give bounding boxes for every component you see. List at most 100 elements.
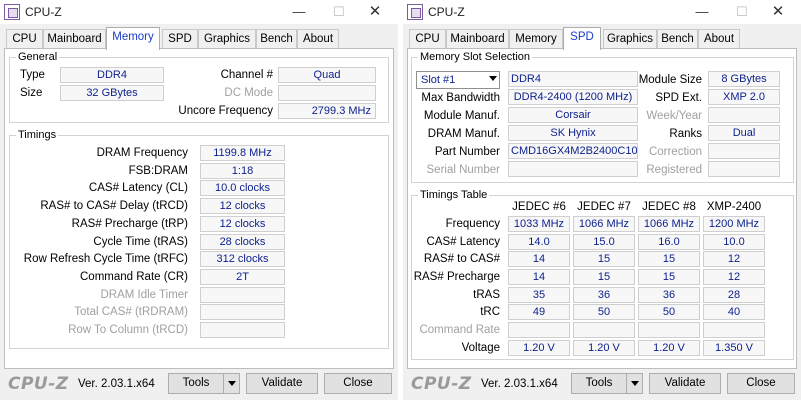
timing-value: 1:18: [200, 163, 285, 179]
maximize-icon[interactable]: ☐: [727, 0, 757, 24]
timings-cell: 14: [508, 269, 570, 285]
timing-label: DRAM Idle Timer: [100, 289, 188, 301]
memory-slot-group: Memory Slot Selection Slot #1 DDR4 Modul…: [411, 50, 794, 183]
minimize-icon[interactable]: —: [687, 0, 717, 24]
timing-label: Total CAS# (tRDRAM): [74, 306, 188, 318]
timings-cell: 1200 MHz: [703, 216, 765, 232]
tab-cpu[interactable]: CPU: [6, 29, 43, 49]
part-number-label: Part Number: [434, 146, 500, 158]
timings-cell: 1066 MHz: [638, 216, 700, 232]
timings-cell: 1.350 V: [703, 340, 765, 356]
timing-value: 10.0 clocks: [200, 180, 285, 196]
footer-bar: CPU-Z Ver. 2.03.1.x64 Tools Validate Clo…: [0, 369, 398, 400]
timing-label: FSB:DRAM: [128, 165, 188, 177]
timings-cell: 15.0: [573, 234, 635, 250]
timings-row-label: RAS# Precharge: [413, 271, 500, 283]
tab-spd[interactable]: SPD: [162, 29, 198, 49]
timing-label: CAS# Latency (CL): [88, 182, 188, 194]
timing-label: RAS# Precharge (tRP): [71, 218, 188, 230]
module-manuf-value: Corsair: [508, 107, 638, 123]
max-bandwidth-label: Max Bandwidth: [421, 92, 500, 104]
general-group-title: General: [16, 50, 60, 64]
timings-column-header: JEDEC #6: [512, 201, 566, 213]
timings-group: Timings DRAM Frequency 1199.8 MHz FSB:DR…: [9, 128, 389, 349]
tab-spd[interactable]: SPD: [563, 27, 601, 50]
tab-memory[interactable]: Memory: [509, 29, 563, 49]
timings-table-title: Timings Table: [418, 188, 490, 202]
timings-row-label: Command Rate: [419, 324, 500, 336]
size-value: 32 GBytes: [60, 85, 164, 101]
timing-label: RAS# to CAS# Delay (tRCD): [40, 200, 188, 212]
title-bar: CPU-Z — ☐ ✕: [403, 0, 801, 24]
timings-cell: 36: [573, 287, 635, 303]
timings-column-header: JEDEC #7: [577, 201, 631, 213]
tab-bench[interactable]: Bench: [657, 29, 698, 49]
correction-value: [708, 143, 780, 159]
timings-cell: 1033 MHz: [508, 216, 570, 232]
tab-memory[interactable]: Memory: [106, 27, 160, 50]
timings-cell: 49: [508, 304, 570, 320]
general-group: General Type DDR4 Size 32 GBytes Channel…: [9, 50, 389, 123]
timings-cell: 1.20 V: [573, 340, 635, 356]
tab-about[interactable]: About: [698, 29, 740, 49]
title-bar: CPU-Z — ☐ ✕: [0, 0, 398, 24]
timings-cell: 15: [573, 269, 635, 285]
channel-label: Channel #: [220, 69, 273, 81]
close-button[interactable]: Close: [727, 373, 795, 394]
timings-cell: [638, 322, 700, 338]
timing-value: 12 clocks: [200, 216, 285, 232]
timings-row-label: Frequency: [445, 218, 500, 230]
tab-cpu[interactable]: CPU: [409, 29, 446, 49]
timings-cell: [508, 322, 570, 338]
tools-dropdown-icon[interactable]: [626, 373, 643, 394]
tools-dropdown-icon[interactable]: [223, 373, 240, 394]
timing-value: 1199.8 MHz: [200, 145, 285, 161]
maximize-icon[interactable]: ☐: [324, 0, 354, 24]
timings-cell: 35: [508, 287, 570, 303]
version-label: Ver. 2.03.1.x64: [481, 378, 558, 390]
tools-button[interactable]: Tools: [571, 373, 627, 394]
timing-label: Cycle Time (tRAS): [93, 236, 188, 248]
spd-panel: Memory Slot Selection Slot #1 DDR4 Modul…: [407, 48, 797, 369]
validate-button[interactable]: Validate: [246, 373, 318, 394]
timings-cell: 1.20 V: [508, 340, 570, 356]
correction-label: Correction: [648, 146, 702, 158]
timings-cell: 28: [703, 287, 765, 303]
dram-manuf-value: SK Hynix: [508, 125, 638, 141]
timings-row-label: RAS# to CAS#: [423, 253, 500, 265]
cpuz-spd-window: CPU-Z — ☐ ✕ CPU Mainboard Memory SPD Gra…: [403, 0, 801, 400]
slot-type-value: DDR4: [508, 71, 638, 87]
channel-value: Quad: [278, 67, 376, 83]
timings-column-header: JEDEC #8: [642, 201, 696, 213]
memory-panel: General Type DDR4 Size 32 GBytes Channel…: [4, 48, 394, 369]
timings-cell: [703, 322, 765, 338]
timing-label: Row Refresh Cycle Time (tRFC): [23, 253, 188, 265]
dc-mode-value: [278, 85, 376, 101]
week-year-label: Week/Year: [646, 110, 702, 122]
tab-bench[interactable]: Bench: [256, 29, 297, 49]
timing-value: [200, 304, 285, 320]
tools-button[interactable]: Tools: [168, 373, 224, 394]
timing-value: 312 clocks: [200, 251, 285, 267]
timings-cell: 15: [573, 251, 635, 267]
timings-cell: 12: [703, 269, 765, 285]
timing-label: DRAM Frequency: [96, 147, 188, 159]
minimize-icon[interactable]: —: [284, 0, 314, 24]
close-icon[interactable]: ✕: [360, 0, 390, 24]
slot-select[interactable]: Slot #1: [416, 71, 500, 89]
tab-mainboard[interactable]: Mainboard: [43, 29, 106, 49]
timings-cell: 1066 MHz: [573, 216, 635, 232]
tab-mainboard[interactable]: Mainboard: [446, 29, 509, 49]
serial-number-label: Serial Number: [426, 164, 501, 176]
validate-button[interactable]: Validate: [649, 373, 721, 394]
tab-graphics[interactable]: Graphics: [603, 29, 657, 49]
close-button[interactable]: Close: [324, 373, 392, 394]
tab-graphics[interactable]: Graphics: [198, 29, 256, 49]
cpuz-app-icon: [4, 4, 20, 20]
close-icon[interactable]: ✕: [763, 0, 793, 24]
timings-row-label: Voltage: [461, 342, 500, 354]
tab-about[interactable]: About: [297, 29, 339, 49]
timing-label: Command Rate (CR): [80, 271, 188, 283]
timings-cell: 14: [508, 251, 570, 267]
serial-number-value: [508, 161, 638, 177]
